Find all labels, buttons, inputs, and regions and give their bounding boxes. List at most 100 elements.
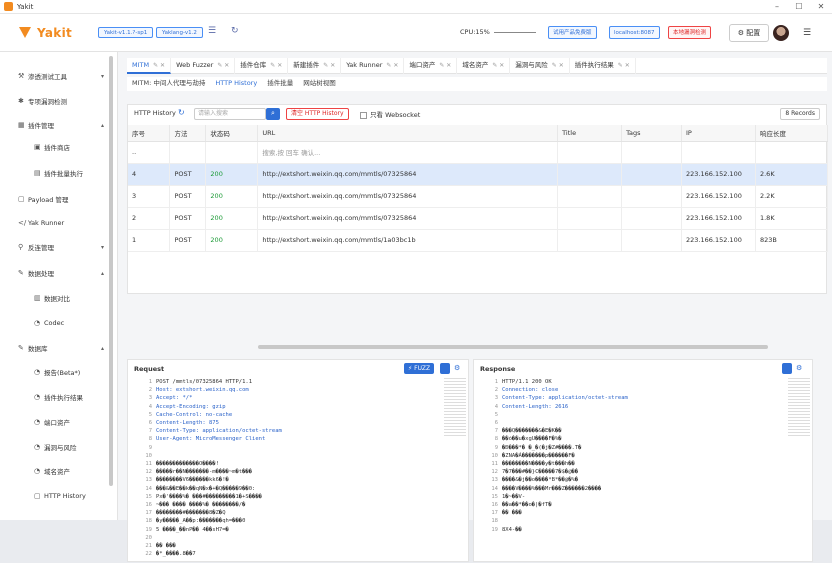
version-badge[interactable]: Yakit-v1.1.?-sp1 (98, 27, 154, 38)
tab-edit-close-icon[interactable]: ✎ ✕ (270, 62, 282, 69)
table-row[interactable]: 3 POST 200 http://extshort.weixin.qq.com/mm… (128, 185, 829, 208)
row-length: 2.6K (755, 163, 829, 186)
chevron-icon[interactable]: ▴ (101, 270, 104, 277)
tab-edit-close-icon[interactable]: ✎ ✕ (217, 62, 229, 69)
row-url: http://extshort.weixin.qq.com/mmtls/0732… (257, 185, 559, 208)
url-filter-input[interactable]: 搜索,按 回车 确认... (257, 141, 559, 164)
clear-history-button[interactable]: 清空 HTTP History (286, 108, 349, 120)
search-button[interactable]: ⌕ (266, 108, 280, 120)
code-line: �����r��N�������-m����~m�t��� (156, 469, 253, 476)
request-editor[interactable]: 1 2 3 4 5 6 7 8 9 10 11 12 13 14 15 16 17 18 19 20 21 22 POST… (128, 378, 470, 563)
code-line: ���&��E��k��qN�x�+�Q�����9��0: (156, 485, 256, 492)
sidebar-item[interactable]: ✎ 数据库 ▴ (18, 341, 116, 355)
code-line: ��������#�������8�Z�Q (156, 510, 226, 517)
engine-badge[interactable]: Yaklang-v1.2 (156, 27, 203, 38)
sidebar-item[interactable]: ◔ Codec (34, 316, 132, 330)
top-tab[interactable]: 插件仓库 ✎ ✕ (235, 58, 289, 74)
config-button[interactable]: ⚙ 配置 (729, 24, 769, 42)
top-tab[interactable]: 新建插件 ✎ ✕ (288, 58, 342, 74)
code-line: Accept: */* (156, 395, 193, 402)
sidebar-item[interactable]: ▦ 插件管理 ▴ (18, 118, 116, 132)
request-edit-icon[interactable] (440, 363, 450, 374)
sidebar-item[interactable]: ⚒ 渗透测试工具 ▾ (18, 69, 116, 83)
refresh-icon[interactable]: ↻ (231, 26, 239, 36)
close-icon[interactable]: ✕ (810, 2, 832, 11)
top-tab[interactable]: 插件执行结果 ✎ ✕ (570, 58, 636, 74)
chevron-icon[interactable]: ▾ (101, 73, 104, 80)
table-row[interactable]: 1 POST 200 http://extshort.weixin.qq.com/mm… (128, 229, 829, 252)
response-edit-icon[interactable] (782, 363, 792, 374)
tab-edit-close-icon[interactable]: ✎ ✕ (323, 62, 335, 69)
top-tab[interactable]: MITM ✎ ✕ (127, 58, 172, 74)
table-hscrollbar[interactable] (258, 345, 768, 349)
sidebar-item[interactable]: ◔ 漏洞与风险 (34, 440, 132, 454)
sidebar-item[interactable]: ✱ 专项漏洞检测 (18, 94, 116, 108)
tab-label: Yak Runner (346, 61, 383, 69)
minimize-icon[interactable]: – (766, 2, 788, 11)
column-header[interactable]: 序号 (128, 125, 171, 142)
response-editor[interactable]: 1 2 3 4 5 6 7 8 9 10 11 12 13 14 15 16 17 18 19 HTTP/1.1 2… (474, 378, 814, 563)
history-search-input[interactable]: 请输入搜索 (194, 108, 266, 120)
response-pane: Response ⚙ 1 2 3 4 5 6 7 8 9 10 11 12 13 14 15 16 17 18 19… (473, 359, 813, 562)
sub-tab[interactable]: MITM: 中间人代理与劫持 (127, 77, 210, 91)
sidebar-item[interactable]: ◔ 报告(Beta*) (34, 365, 132, 379)
column-header[interactable]: Tags (621, 125, 683, 142)
sub-tab[interactable]: HTTP History (210, 77, 262, 91)
fuzz-button[interactable]: ⚡ FUZZ (404, 363, 435, 374)
history-icon: ▢ (34, 492, 41, 500)
code-line: POST /mmtls/07325864 HTTP/1.1 (156, 379, 253, 385)
column-header[interactable]: Title (557, 125, 623, 142)
more-menu-icon[interactable]: ☰ (803, 28, 811, 38)
sidebar-item[interactable]: ▥ 数据对比 (34, 291, 132, 305)
sidebar-item[interactable]: ▢ Payload 管理 (18, 192, 116, 206)
column-header[interactable]: URL (257, 125, 559, 142)
sidebar-item[interactable]: ◔ 插件执行结果 (34, 390, 132, 404)
maximize-icon[interactable]: ☐ (788, 2, 810, 11)
sidebar-item[interactable]: ⚲ 反连管理 ▾ (18, 240, 116, 254)
tab-edit-close-icon[interactable]: ✎ ✕ (153, 62, 165, 69)
sub-tab[interactable]: 插件批量 (262, 77, 298, 91)
tab-edit-close-icon[interactable]: ✎ ✕ (386, 62, 398, 69)
tab-edit-close-icon[interactable]: ✎ ✕ (492, 62, 504, 69)
column-header[interactable]: 方法 (169, 125, 207, 142)
top-tab[interactable]: 域名资产 ✎ ✕ (457, 58, 511, 74)
sidebar-item[interactable]: ▢ HTTP History (34, 489, 132, 503)
top-tab[interactable]: Web Fuzzer ✎ ✕ (171, 58, 236, 74)
sidebar-item[interactable]: ◔ 域名资产 (34, 464, 132, 478)
chevron-icon[interactable]: ▴ (101, 345, 104, 352)
edition-button[interactable]: 试用产品免费版 (548, 26, 597, 39)
avatar[interactable] (773, 25, 789, 41)
column-header[interactable]: 状态码 (205, 125, 259, 142)
top-tab[interactable]: Yak Runner ✎ ✕ (341, 58, 405, 74)
table-row[interactable]: 4 POST 200 http://extshort.weixin.qq.com/mm… (128, 163, 829, 186)
chevron-icon[interactable]: ▾ (101, 244, 104, 251)
sidebar-item[interactable]: ◔ 端口资产 (34, 415, 132, 429)
top-tab[interactable]: 漏洞与风险 ✎ ✕ (510, 58, 570, 74)
response-settings-icon[interactable]: ⚙ (796, 364, 802, 372)
sub-tab[interactable]: 网站树视图 (298, 77, 341, 91)
column-header[interactable]: IP (681, 125, 756, 142)
request-settings-icon[interactable]: ⚙ (454, 364, 460, 372)
request-minimap[interactable] (444, 378, 466, 438)
table-row[interactable]: 2 POST 200 http://extshort.weixin.qq.com/mm… (128, 207, 829, 230)
refresh-icon[interactable]: ↻ (178, 108, 185, 117)
tab-edit-close-icon[interactable]: ✎ ✕ (552, 62, 564, 69)
list-icon[interactable]: ☰ (208, 26, 216, 36)
vuln-alert-button[interactable]: 本地漏洞检测 (668, 26, 712, 39)
chevron-icon[interactable]: ▴ (101, 122, 104, 129)
websocket-filter[interactable]: 只看 Websocket (360, 109, 420, 119)
tab-edit-close-icon[interactable]: ✎ ✕ (618, 62, 630, 69)
column-header[interactable]: 响应长度 (755, 125, 829, 142)
websocket-checkbox[interactable] (360, 111, 367, 119)
sidebar-item[interactable]: ▤ 插件批量执行 (34, 166, 132, 180)
sidebar-item-label: 数据对比 (44, 295, 70, 303)
top-tab[interactable]: 端口资产 ✎ ✕ (404, 58, 458, 74)
engine-address-button[interactable]: localhost:8087 (609, 26, 660, 39)
tab-label: Web Fuzzer (176, 61, 214, 69)
tab-edit-close-icon[interactable]: ✎ ✕ (439, 62, 451, 69)
response-minimap[interactable] (788, 378, 810, 438)
sidebar-scrollbar[interactable] (109, 56, 113, 486)
sidebar-item[interactable]: ▣ 插件商店 (34, 140, 132, 154)
sidebar-item[interactable]: ✎ 数据处理 ▴ (18, 266, 116, 280)
sidebar-item[interactable]: </Yak Runner (18, 216, 116, 230)
